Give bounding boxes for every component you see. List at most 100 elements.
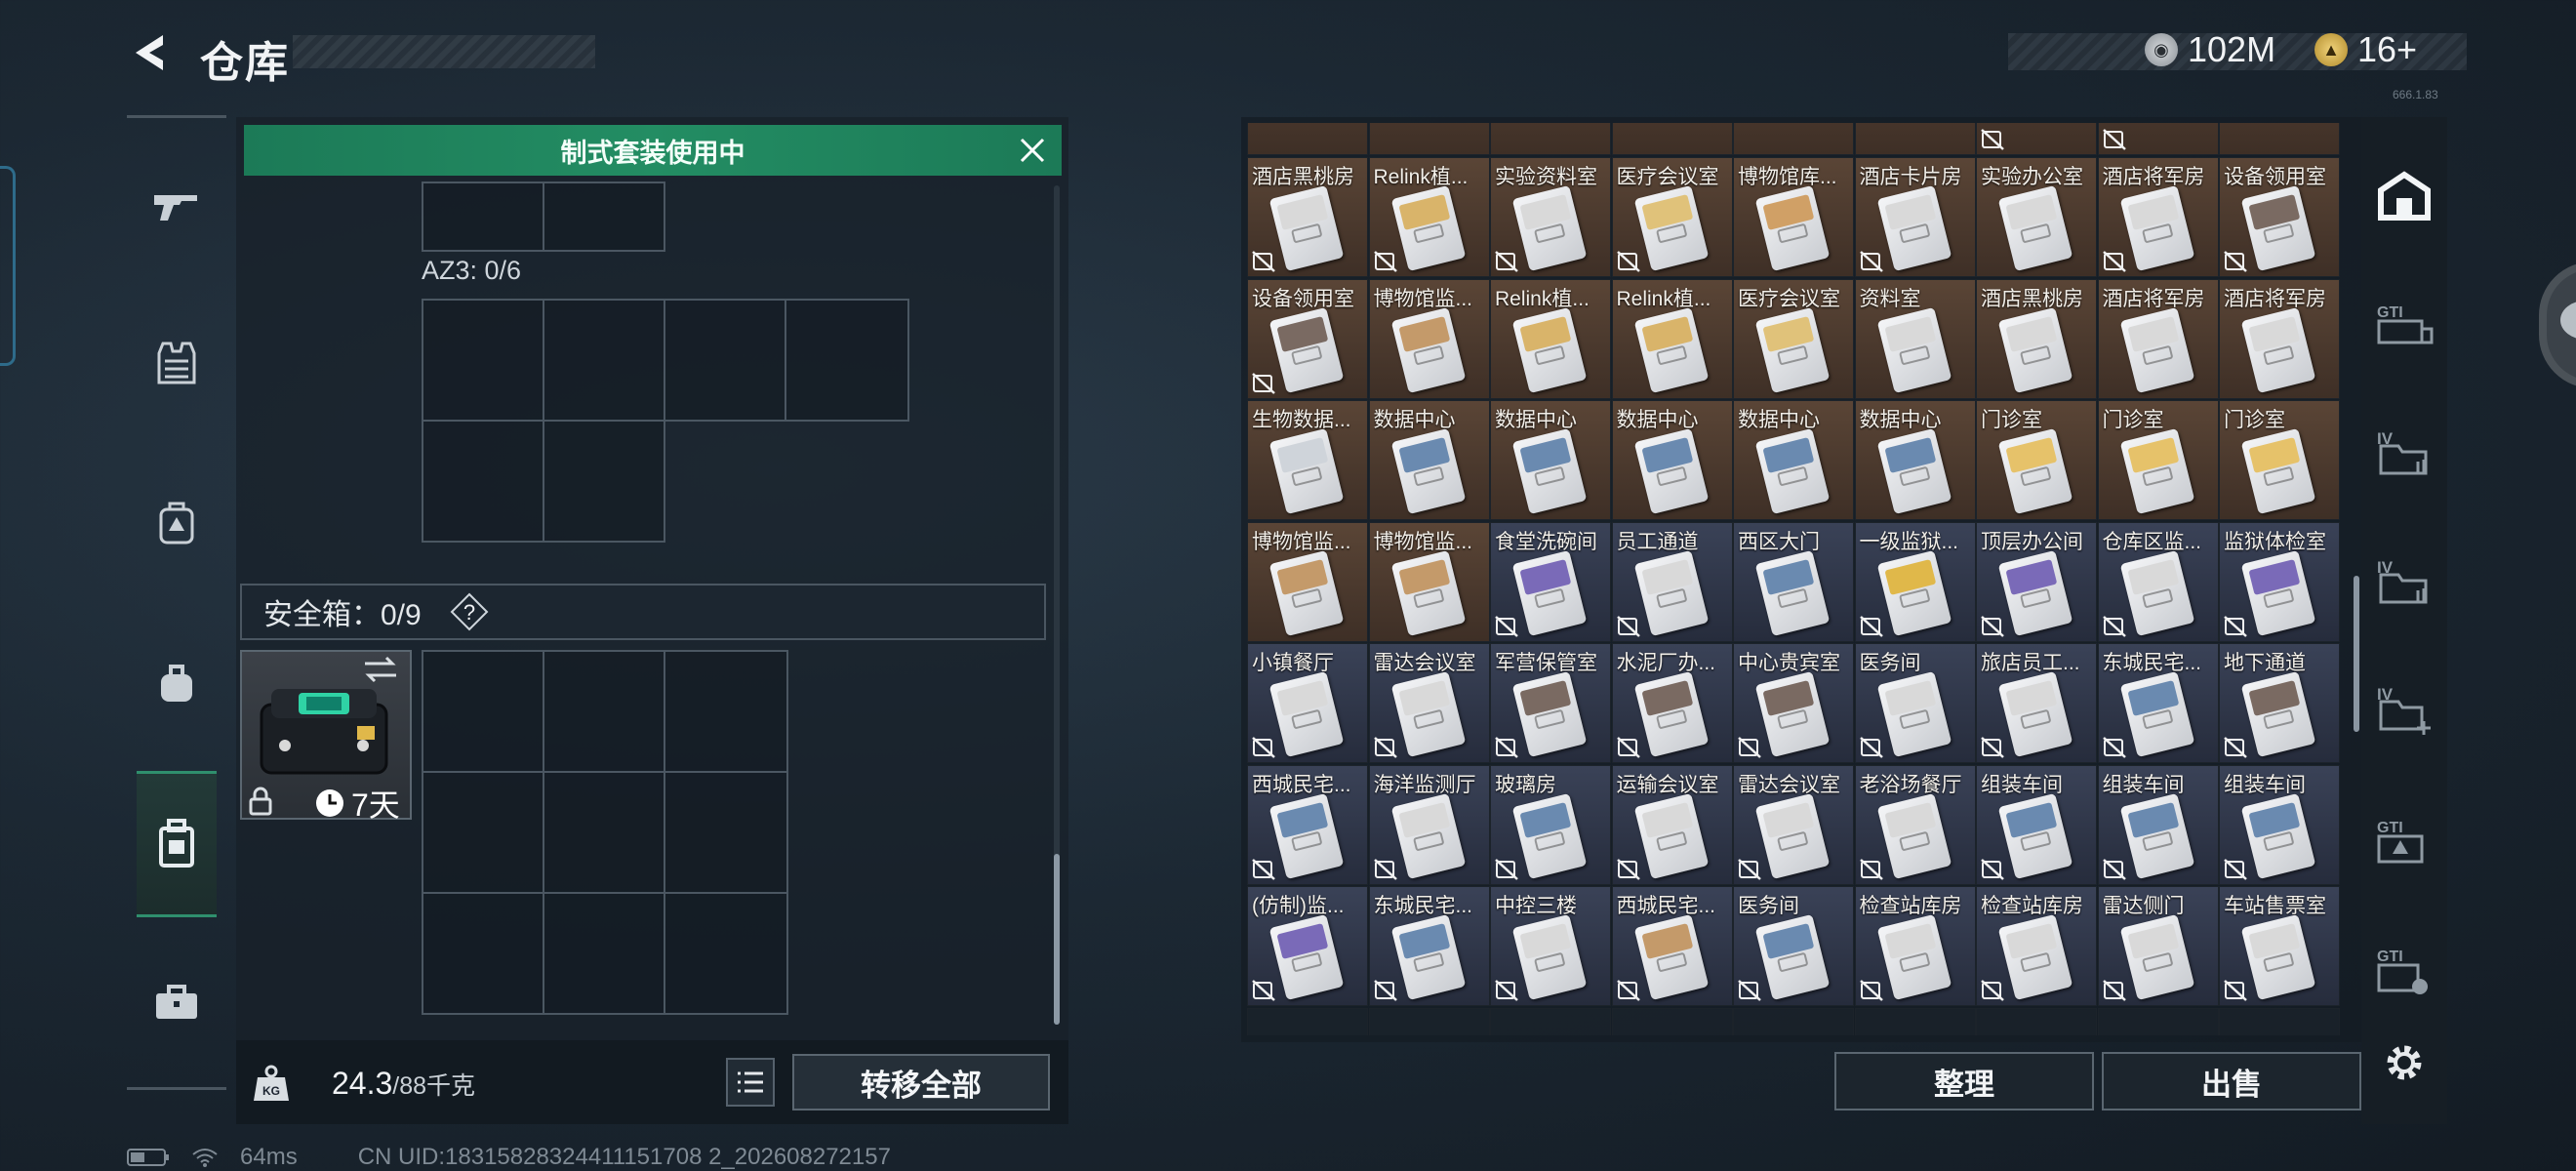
chest-slot[interactable] <box>543 182 665 252</box>
vest-slot[interactable] <box>664 299 786 422</box>
safebox-help-button[interactable]: ? <box>447 590 492 633</box>
safebox-slot[interactable] <box>543 650 665 773</box>
rail-backpack[interactable] <box>137 478 217 566</box>
storage-item[interactable]: 数据中心 <box>1733 400 1854 520</box>
storage-item[interactable]: 组装车间 <box>2097 764 2219 885</box>
rail-armor[interactable] <box>137 318 217 406</box>
storage-item-partial[interactable] <box>1733 123 1854 155</box>
vest-slot[interactable] <box>422 299 544 422</box>
storage-item[interactable]: 酒店将军房 <box>2097 157 2219 277</box>
storage-item[interactable]: 旅店员工... <box>1976 643 2097 763</box>
storage-item[interactable]: 军营保管室 <box>1490 643 1611 763</box>
storage-item[interactable]: 数据中心 <box>1368 400 1490 520</box>
transfer-all-button[interactable]: 转移全部 <box>792 1054 1050 1110</box>
currency-coins[interactable]: ◉ 102M <box>2145 29 2275 70</box>
storage-item[interactable]: 西城民宅... <box>1247 764 1368 885</box>
storage-item[interactable]: 顶层办公间 <box>1976 521 2097 642</box>
storage-item[interactable]: Relink植... <box>1368 157 1490 277</box>
storage-item[interactable]: 医务间 <box>1733 886 1854 1006</box>
storage-item[interactable]: 酒店将军房 <box>2097 278 2219 399</box>
storage-item[interactable]: 酒店将军房 <box>2219 278 2340 399</box>
safebox-slot[interactable] <box>422 650 544 773</box>
storage-item[interactable]: 博物馆监... <box>1247 521 1368 642</box>
banner-close-button[interactable] <box>1011 131 1054 170</box>
storage-item[interactable]: Relink植... <box>1490 278 1611 399</box>
storage-item[interactable]: 博物馆监... <box>1368 521 1490 642</box>
side-drawer-tab[interactable] <box>0 166 16 366</box>
vest-slot[interactable] <box>785 299 909 422</box>
storage-item[interactable]: 设备领用室 <box>1247 278 1368 399</box>
rail-weapon[interactable] <box>137 162 217 250</box>
storage-item[interactable]: 博物馆库... <box>1733 157 1854 277</box>
storage-item[interactable]: 海洋监测厅 <box>1368 764 1490 885</box>
storage-item[interactable]: 西区大门 <box>1733 521 1854 642</box>
storage-item[interactable]: 门诊室 <box>1976 400 2097 520</box>
storage-item[interactable]: 组装车间 <box>2219 764 2340 885</box>
rail-case[interactable] <box>137 958 217 1046</box>
chat-button[interactable] <box>2539 262 2576 388</box>
storage-item[interactable]: 酒店黑桃房 <box>1247 157 1368 277</box>
storage-item[interactable]: 检查站库房 <box>1854 886 1976 1006</box>
back-button[interactable] <box>125 25 174 80</box>
storage-scroll-thumb[interactable] <box>2354 576 2359 732</box>
storage-item[interactable]: 数据中心 <box>1611 400 1733 520</box>
storage-item[interactable]: 资料室 <box>1854 278 1976 399</box>
storage-item[interactable]: 酒店黑桃房 <box>1976 278 2097 399</box>
storage-item[interactable]: 小镇餐厅 <box>1247 643 1368 763</box>
tab-storage-3[interactable]: IV <box>2361 398 2447 505</box>
storage-item[interactable]: 雷达侧门 <box>2097 886 2219 1006</box>
storage-item-partial[interactable] <box>1854 123 1976 155</box>
swap-icon[interactable] <box>363 656 398 688</box>
storage-grid[interactable]: 酒店黑桃房 Relink植... 实验资料室 医疗会议室 博物馆库... 酒店卡片房 实验办… <box>1247 123 2344 1035</box>
storage-item[interactable]: Relink植... <box>1611 278 1733 399</box>
storage-item[interactable]: 数据中心 <box>1854 400 1976 520</box>
storage-item-partial[interactable] <box>1976 123 2097 155</box>
tab-storage-6[interactable]: GTI <box>2361 788 2447 896</box>
storage-item[interactable]: 检查站库房 <box>1976 886 2097 1006</box>
safebox-slot[interactable] <box>422 892 544 1015</box>
tab-storage-4[interactable]: IV <box>2361 527 2447 634</box>
storage-item[interactable]: 雷达会议室 <box>1368 643 1490 763</box>
storage-item[interactable]: 仓库区监... <box>2097 521 2219 642</box>
storage-item[interactable]: 中心贵宾室 <box>1733 643 1854 763</box>
storage-item[interactable]: 东城民宅... <box>1368 886 1490 1006</box>
storage-item-partial[interactable] <box>1368 123 1490 155</box>
storage-item[interactable]: 中控三楼 <box>1490 886 1611 1006</box>
safebox-slot[interactable] <box>664 771 788 894</box>
storage-item[interactable]: 老浴场餐厅 <box>1854 764 1976 885</box>
sort-button[interactable]: 整理 <box>1834 1052 2094 1110</box>
storage-item[interactable]: 门诊室 <box>2219 400 2340 520</box>
rail-pouch[interactable] <box>137 638 217 726</box>
storage-item[interactable]: 玻璃房 <box>1490 764 1611 885</box>
safebox-slot[interactable] <box>543 771 665 894</box>
settings-button[interactable] <box>2361 1009 2447 1116</box>
tab-storage-5[interactable]: IV <box>2361 656 2447 763</box>
storage-item-partial[interactable] <box>2097 123 2219 155</box>
list-view-button[interactable] <box>726 1058 775 1107</box>
storage-item[interactable]: 一级监狱... <box>1854 521 1976 642</box>
weight-lock-button[interactable]: KG <box>246 1058 297 1109</box>
safebox-slot[interactable] <box>664 650 788 773</box>
storage-item[interactable]: 监狱体检室 <box>2219 521 2340 642</box>
storage-item-partial[interactable] <box>1611 123 1733 155</box>
storage-item[interactable]: 西城民宅... <box>1611 886 1733 1006</box>
storage-item[interactable]: 员工通道 <box>1611 521 1733 642</box>
storage-item[interactable]: 数据中心 <box>1490 400 1611 520</box>
storage-item[interactable]: 地下通道 <box>2219 643 2340 763</box>
storage-item-partial[interactable] <box>1490 123 1611 155</box>
storage-item[interactable]: 实验资料室 <box>1490 157 1611 277</box>
safebox-slot[interactable] <box>543 892 665 1015</box>
storage-item[interactable]: 组装车间 <box>1976 764 2097 885</box>
storage-item-partial[interactable] <box>2219 123 2340 155</box>
chest-slot[interactable] <box>422 182 544 252</box>
storage-item[interactable]: 医疗会议室 <box>1611 157 1733 277</box>
tab-storage-2[interactable]: GTI <box>2361 269 2447 377</box>
rail-safebox[interactable] <box>137 771 217 917</box>
safebox-slot[interactable] <box>422 771 544 894</box>
storage-item[interactable]: 博物馆监... <box>1368 278 1490 399</box>
storage-item[interactable]: 生物数据... <box>1247 400 1368 520</box>
storage-item[interactable]: (仿制)监... <box>1247 886 1368 1006</box>
storage-item[interactable]: 医疗会议室 <box>1733 278 1854 399</box>
storage-item[interactable]: 医务间 <box>1854 643 1976 763</box>
safebox-slot[interactable] <box>664 892 788 1015</box>
